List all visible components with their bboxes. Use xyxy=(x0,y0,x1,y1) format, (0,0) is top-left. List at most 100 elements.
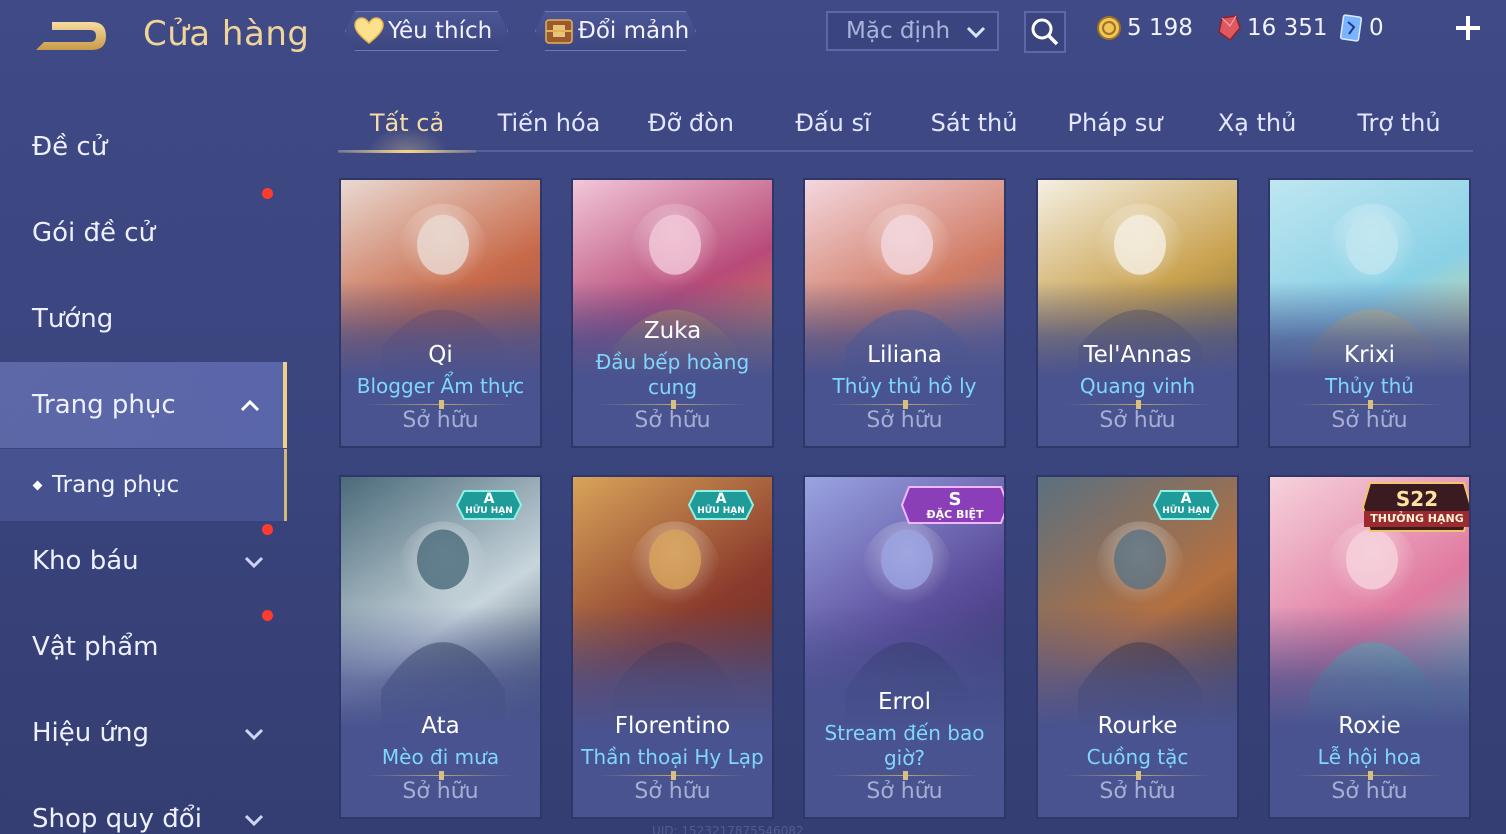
chevron-up-icon xyxy=(239,394,261,424)
badge-tier: A xyxy=(1180,491,1192,507)
skin-card[interactable]: Zuka Đầu bếp hoàng cung Sở hữu xyxy=(571,178,774,448)
tab-evolution[interactable]: Tiến hóa xyxy=(484,96,614,150)
skin-card[interactable]: Rourke Cuồng tặc Sở hữu A HỮU HẠN xyxy=(1036,475,1239,819)
back-arrow-icon xyxy=(36,22,106,50)
exchange-shards-button[interactable]: Đổi mảnh xyxy=(535,11,696,51)
add-currency-button[interactable] xyxy=(1452,12,1484,44)
gem-balance: 16 351 xyxy=(1216,14,1327,42)
hero-name: Liliana xyxy=(867,342,942,368)
hero-name: Qi xyxy=(428,342,453,368)
ticket-balance: 0 xyxy=(1338,14,1384,42)
sidebar-item-exchange-shop[interactable]: Shop quy đổi xyxy=(0,776,287,834)
hero-name: Tel'Annas xyxy=(1083,342,1192,368)
badge-tier: A xyxy=(483,491,495,507)
hero-name: Krixi xyxy=(1344,342,1395,368)
skin-name: Stream đến bao giờ? xyxy=(824,721,985,770)
skin-name: Blogger Ẩm thực xyxy=(356,374,525,398)
sidebar-item-skins[interactable]: Trang phục xyxy=(0,362,287,448)
owned-status: Sở hữu xyxy=(866,408,943,433)
badge-label: HỮU HẠN xyxy=(1162,506,1210,516)
owned-status: Sở hữu xyxy=(1331,408,1408,433)
back-button[interactable] xyxy=(30,14,112,58)
chevron-down-icon xyxy=(965,21,987,49)
plus-icon xyxy=(1456,16,1480,40)
favorites-button[interactable]: Yêu thích xyxy=(345,11,508,51)
skin-name: Mèo đi mưa xyxy=(381,745,500,769)
badge-label: HỮU HẠN xyxy=(697,506,745,516)
sidebar-item-label: Trang phục xyxy=(32,390,176,420)
sidebar-item-heroes[interactable]: Tướng xyxy=(0,276,287,362)
sidebar-item-treasure[interactable]: Kho báu xyxy=(0,518,287,604)
owned-status: Sở hữu xyxy=(1099,408,1176,433)
card-divider xyxy=(1064,400,1211,409)
skin-name: Đầu bếp hoàng cung xyxy=(595,350,750,399)
skin-card[interactable]: Liliana Thủy thủ hồ ly Sở hữu xyxy=(803,178,1006,448)
sidebar-item-label: Hiệu ứng xyxy=(32,718,149,748)
owned-status: Sở hữu xyxy=(866,779,943,804)
sidebar-item-label: Kho báu xyxy=(32,546,139,576)
tab-marksman[interactable]: Xạ thủ xyxy=(1194,96,1320,150)
uid-watermark: UID: 1523217875546082 xyxy=(652,824,804,834)
rarity-badge: A HỮU HẠN xyxy=(1153,489,1219,521)
chest-icon xyxy=(542,16,576,46)
tab-mage[interactable]: Pháp sư xyxy=(1050,96,1180,150)
card-divider xyxy=(367,771,514,780)
card-divider xyxy=(599,771,746,780)
badge-label: ĐẶC BIỆT xyxy=(926,507,984,521)
owned-status: Sở hữu xyxy=(402,779,479,804)
voucher-card-icon xyxy=(1338,14,1364,42)
sidebar-item-effects[interactable]: Hiệu ứng xyxy=(0,690,287,776)
sidebar-item-items[interactable]: Vật phẩm xyxy=(0,604,287,690)
skin-card[interactable]: Qi Blogger Ẩm thực Sở hữu xyxy=(339,178,542,448)
gold-amount: 5 198 xyxy=(1127,15,1193,41)
diamond-bullet-icon xyxy=(32,480,43,490)
sort-value: Mặc định xyxy=(846,18,951,44)
sidebar-item-bundles[interactable]: Gói đề cử xyxy=(0,188,287,276)
role-tabs: Tất cả Tiến hóa Đỡ đòn Đấu sĩ Sát thủ Ph… xyxy=(338,96,1473,153)
search-button[interactable] xyxy=(1024,11,1066,53)
skin-card[interactable]: Errol Stream đến bao giờ? Sở hữu S ĐẶC BIỆT xyxy=(803,475,1006,819)
sidebar-subitem-skins[interactable]: Trang phục xyxy=(0,449,287,521)
skin-name: Thần thoại Hy Lạp xyxy=(581,745,764,769)
tab-support[interactable]: Trợ thủ xyxy=(1334,96,1464,150)
hero-name: Roxie xyxy=(1338,713,1401,739)
card-divider xyxy=(831,400,978,409)
ticket-amount: 0 xyxy=(1369,15,1384,41)
skin-card[interactable]: Ata Mèo đi mưa Sở hữu A HỮU HẠN xyxy=(339,475,542,819)
skin-card[interactable]: Florentino Thần thoại Hy Lạp Sở hữu A HỮU HẠ… xyxy=(571,475,774,819)
sort-dropdown[interactable]: Mặc định xyxy=(826,11,999,51)
badge-tier: A xyxy=(715,491,727,507)
tab-tank[interactable]: Đỡ đòn xyxy=(628,96,754,150)
gem-amount: 16 351 xyxy=(1247,15,1328,41)
card-divider xyxy=(1296,400,1443,409)
rarity-badge: A HỮU HẠN xyxy=(688,489,754,521)
top-bar: Cửa hàng Yêu thích Đổi mảnh Mặc định 5 1… xyxy=(0,0,1506,64)
owned-status: Sở hữu xyxy=(1099,779,1176,804)
chevron-down-icon xyxy=(243,808,265,834)
rarity-badge: S22 THƯỞNG HẠNG xyxy=(1362,481,1469,533)
skin-card[interactable]: Tel'Annas Quang vinh Sở hữu xyxy=(1036,178,1239,448)
sidebar-item-featured[interactable]: Đề cử xyxy=(0,104,287,190)
skin-name: Thủy thủ hồ ly xyxy=(832,374,977,398)
tab-all[interactable]: Tất cả xyxy=(338,96,476,153)
card-divider xyxy=(1064,771,1211,780)
hero-name: Zuka xyxy=(643,318,702,344)
tab-fighter[interactable]: Đấu sĩ xyxy=(770,96,896,150)
red-gem-icon xyxy=(1216,14,1242,42)
tab-assassin[interactable]: Sát thủ xyxy=(910,96,1038,150)
card-divider xyxy=(367,400,514,409)
skin-card[interactable]: Krixi Thủy thủ Sở hữu xyxy=(1268,178,1471,448)
heart-icon xyxy=(352,16,386,46)
hero-name: Rourke xyxy=(1097,713,1178,739)
gold-balance: 5 198 xyxy=(1096,14,1193,42)
badge-label: THƯỞNG HẠNG xyxy=(1364,511,1469,527)
skin-card[interactable]: Roxie Lễ hội hoa Sở hữu S22 THƯỞNG HẠNG xyxy=(1268,475,1471,819)
owned-status: Sở hữu xyxy=(634,779,711,804)
gold-coin-icon xyxy=(1096,14,1122,42)
owned-status: Sở hữu xyxy=(634,408,711,433)
favorites-label: Yêu thích xyxy=(388,18,493,44)
hero-name: Errol xyxy=(878,689,931,715)
sidebar-item-label: Shop quy đổi xyxy=(32,804,202,834)
owned-status: Sở hữu xyxy=(1331,779,1408,804)
notification-dot xyxy=(262,188,273,199)
